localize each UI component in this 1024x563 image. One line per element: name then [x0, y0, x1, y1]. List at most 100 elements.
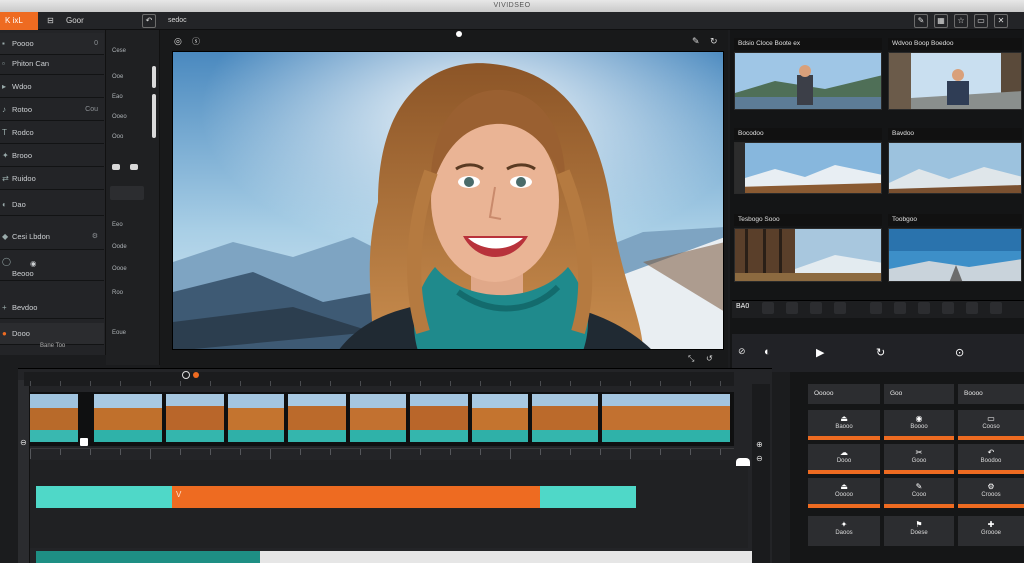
thumb-clip-3[interactable]: [734, 142, 882, 194]
strip-toggle-icon[interactable]: [130, 164, 138, 170]
thumb-clip-1[interactable]: [734, 52, 882, 110]
tool-icon[interactable]: [870, 302, 882, 314]
strip-item[interactable]: Oooe: [112, 266, 127, 272]
menu-item[interactable]: Goor: [66, 12, 84, 30]
tool-icon[interactable]: [786, 302, 798, 314]
library-row[interactable]: ◯ ◉ Beooo: [0, 255, 104, 281]
ruler-tick: [420, 381, 421, 386]
tool-icon[interactable]: [990, 302, 1002, 314]
strip-item[interactable]: Cese: [112, 48, 126, 54]
effect-tile[interactable]: ✎ Cooo: [884, 478, 954, 504]
effect-icon: ◉: [915, 414, 923, 423]
effect-tile[interactable]: ☁ Dooo: [808, 444, 880, 470]
thumb-clip-4[interactable]: [888, 142, 1022, 194]
zoom-handle-icon[interactable]: [736, 458, 750, 466]
bottom-scrollbar[interactable]: [36, 551, 756, 563]
thumb-clip-2[interactable]: [888, 52, 1022, 110]
close-icon[interactable]: ✕: [994, 14, 1008, 28]
effect-tile[interactable]: ⚙ Crooos: [958, 478, 1024, 504]
app-logo-tab[interactable]: K ixL: [0, 12, 38, 30]
effect-tile[interactable]: ✦ Daoos: [808, 516, 880, 546]
clip-teal-2[interactable]: [540, 486, 636, 508]
library-row[interactable]: ✦ Brooo: [0, 145, 104, 167]
strip-item[interactable]: Ooo: [112, 134, 123, 140]
strip-toggle-icon[interactable]: [112, 164, 120, 170]
effect-label: Dooo: [836, 458, 852, 464]
back-icon[interactable]: ↶: [142, 14, 156, 28]
scrollbar-fill: [36, 551, 260, 563]
library-row[interactable]: ◐ Dao: [0, 194, 104, 216]
effects-tab[interactable]: Ooooo: [808, 384, 880, 404]
rewind-icon[interactable]: ◐: [764, 346, 771, 358]
pen-icon[interactable]: ✎: [692, 36, 700, 47]
clip-teal-1[interactable]: [36, 486, 172, 508]
edit-icon[interactable]: ✎: [914, 14, 928, 28]
clip-handle-icon[interactable]: [80, 438, 88, 446]
clip-orange[interactable]: [172, 486, 540, 508]
strip-item[interactable]: Eeo: [112, 222, 123, 228]
header-tab[interactable]: sedoc: [168, 12, 187, 30]
track-visibility-icon[interactable]: ⊖: [20, 438, 27, 447]
library-row-selected[interactable]: ● Dooo: [0, 323, 104, 345]
strip-item[interactable]: Eao: [112, 94, 123, 100]
library-row[interactable]: + Bevdoo: [0, 297, 104, 319]
strip-item[interactable]: Oode: [112, 244, 127, 250]
scrollbar-thumb[interactable]: [152, 66, 156, 88]
strip-item[interactable]: Roo: [112, 290, 123, 296]
playhead-marker-icon[interactable]: [193, 372, 199, 378]
thumb-clip-6[interactable]: [888, 228, 1022, 282]
grid-icon[interactable]: ▦: [934, 14, 948, 28]
effect-tile[interactable]: ✚ Groooe: [958, 516, 1024, 546]
effect-tile[interactable]: ⚑ Doese: [884, 516, 954, 546]
expand-icon[interactable]: ⤡: [688, 354, 694, 364]
tool-icon[interactable]: [966, 302, 978, 314]
snap-icon[interactable]: ⓢ: [192, 36, 200, 47]
effect-tile[interactable]: ◉ Boooo: [884, 410, 954, 436]
library-row[interactable]: ▫ Phiton Can: [0, 53, 104, 75]
effect-tile[interactable]: ⏏ Baooo: [808, 410, 880, 436]
strip-dropdown[interactable]: [110, 186, 144, 200]
library-row[interactable]: T Rodco: [0, 122, 104, 144]
tool-icon[interactable]: [762, 302, 774, 314]
marker-icon[interactable]: ⊘: [738, 346, 746, 357]
library-header-row[interactable]: ▪ Poooo 0: [0, 33, 104, 55]
effect-tile[interactable]: ✂ Gooo: [884, 444, 954, 470]
window-icon[interactable]: ▭: [974, 14, 988, 28]
snapshot-icon[interactable]: ⊙: [955, 346, 964, 359]
library-row[interactable]: ♪ Rotoo Cou: [0, 99, 104, 121]
thumb-clip-5[interactable]: [734, 228, 882, 282]
effect-label: Daoos: [835, 530, 853, 536]
library-row[interactable]: ◆ Cesi Lbdon ⚙: [0, 226, 104, 250]
effect-tile[interactable]: ▭ Cooso: [958, 410, 1024, 436]
tool-icon[interactable]: [942, 302, 954, 314]
camera-icon[interactable]: ◎: [174, 36, 182, 47]
effect-tile[interactable]: ⏏ Ooooo: [808, 478, 880, 504]
library-row[interactable]: ▸ Wdoo: [0, 76, 104, 98]
refresh-icon[interactable]: ↻: [710, 36, 718, 47]
ruler-tick: [270, 381, 271, 386]
tool-icon[interactable]: [810, 302, 822, 314]
zoom-in-icon[interactable]: ⊕: [756, 440, 763, 449]
settings-icon[interactable]: ⚙: [92, 226, 98, 248]
bookmark-icon[interactable]: ⊟: [47, 12, 54, 30]
record-icon[interactable]: [182, 371, 190, 379]
zoom-out-icon[interactable]: ⊖: [756, 454, 763, 463]
scrollbar-thumb[interactable]: [152, 94, 156, 138]
effect-tile[interactable]: ↶ Boodoo: [958, 444, 1024, 470]
row-label: Dooo: [12, 329, 30, 338]
star-icon[interactable]: ☆: [954, 14, 968, 28]
strip-item[interactable]: Ooe: [112, 74, 123, 80]
tool-icon[interactable]: [918, 302, 930, 314]
timeline-ruler[interactable]: [24, 372, 734, 386]
effects-tab[interactable]: Boooo: [958, 384, 1024, 404]
play-icon[interactable]: ▶: [816, 346, 824, 359]
tool-icon[interactable]: [894, 302, 906, 314]
effects-tab[interactable]: Goo: [884, 384, 954, 404]
loop-icon[interactable]: ↺: [706, 354, 713, 363]
loop-icon[interactable]: ↻: [876, 346, 885, 359]
strip-item[interactable]: Ooeo: [112, 114, 127, 120]
strip-item[interactable]: Eoue: [112, 330, 126, 336]
tool-icon[interactable]: [834, 302, 846, 314]
effect-label: Boooo: [910, 424, 928, 430]
library-row[interactable]: ⇄ Ruidoo: [0, 168, 104, 190]
